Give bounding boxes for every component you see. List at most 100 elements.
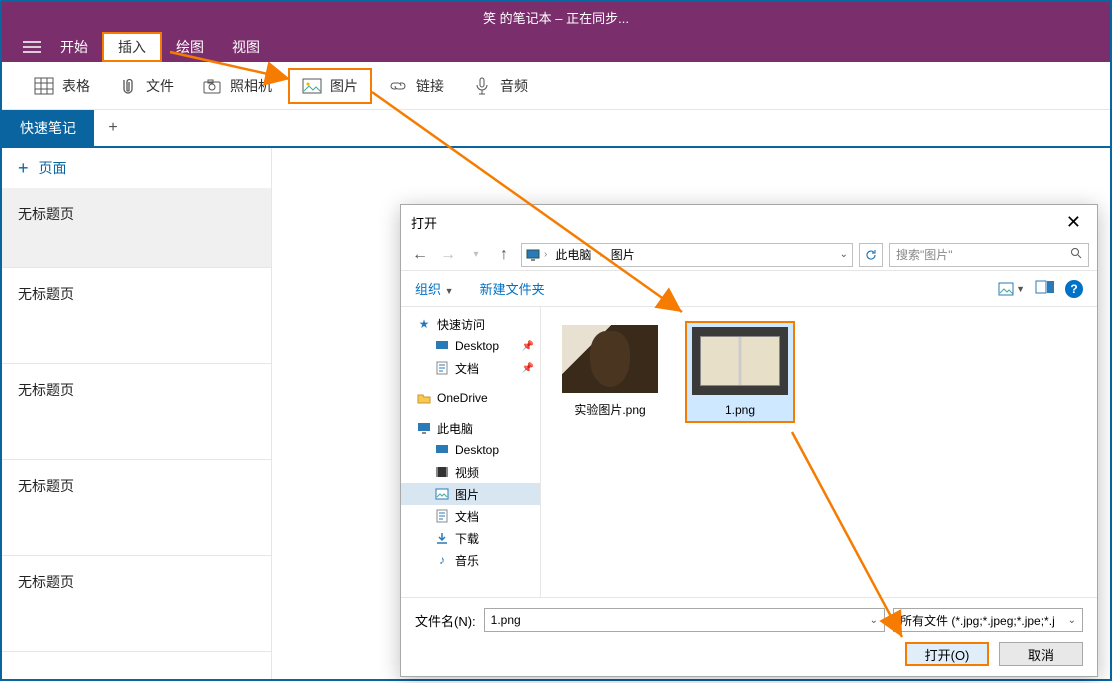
dialog-title-text: 打开 — [411, 213, 437, 232]
tree-this-pc[interactable]: 此电脑 — [401, 417, 540, 439]
file-item[interactable]: 实验图片.png — [555, 321, 665, 422]
refresh-button[interactable] — [859, 243, 883, 267]
monitor-icon — [435, 443, 449, 457]
tree-onedrive[interactable]: OneDrive — [401, 387, 540, 409]
chevron-right-icon: › — [599, 249, 602, 260]
nav-recent-button[interactable]: ▾ — [465, 244, 487, 266]
add-section-button[interactable]: + — [94, 110, 132, 146]
nav-up-button[interactable]: ↑ — [493, 244, 515, 266]
nav-forward-button[interactable]: → — [437, 244, 459, 266]
ribbon-table-label: 表格 — [62, 76, 90, 96]
breadcrumb-root[interactable]: 此电脑 — [551, 246, 595, 263]
open-file-dialog: 打开 ✕ ← → ▾ ↑ › 此电脑 › 图片 ⌄ 搜索"图片" 组织 ▼ 新建… — [400, 204, 1098, 677]
menu-insert[interactable]: 插入 — [102, 32, 162, 62]
link-icon — [388, 77, 408, 95]
file-name-label-text: 文件名(N): — [415, 611, 476, 630]
file-item-selected[interactable]: 1.png — [685, 321, 795, 423]
search-input[interactable]: 搜索"图片" — [889, 243, 1089, 267]
ribbon-audio-label: 音频 — [500, 76, 528, 96]
menu-start[interactable]: 开始 — [46, 32, 102, 62]
plus-icon: + — [18, 158, 29, 179]
monitor-icon — [526, 249, 540, 261]
paperclip-icon — [118, 77, 138, 95]
chevron-down-icon: ▼ — [445, 286, 454, 296]
close-button[interactable]: ✕ — [1060, 212, 1087, 233]
monitor-icon — [435, 339, 449, 353]
pane-icon — [1035, 280, 1055, 294]
window-title: 笑 的笔记本 – 正在同步... — [483, 8, 629, 27]
help-button[interactable]: ? — [1065, 280, 1083, 298]
file-type-select[interactable]: 所有文件 (*.jpg;*.jpeg;*.jpe;*.j ⌄ — [893, 608, 1083, 632]
picture-icon — [435, 487, 449, 501]
document-icon — [435, 509, 449, 523]
video-icon — [435, 465, 449, 479]
files-area[interactable]: 实验图片.png 1.png — [541, 307, 1097, 597]
file-thumbnail — [692, 327, 788, 395]
chevron-down-icon[interactable]: ⌄ — [870, 615, 878, 626]
star-icon: ★ — [417, 317, 431, 331]
chevron-down-icon: ▼ — [1016, 284, 1025, 294]
ribbon-link-button[interactable]: 链接 — [376, 70, 456, 102]
folder-icon — [417, 391, 431, 405]
menu-view[interactable]: 视图 — [218, 32, 274, 62]
chevron-down-icon[interactable]: ⌄ — [840, 249, 848, 260]
file-thumbnail — [562, 325, 658, 393]
ribbon: 表格 文件 照相机 图片 链接 音频 — [2, 62, 1110, 110]
dialog-toolbar: 组织 ▼ 新建文件夹 ▼ ? — [401, 271, 1097, 307]
chevron-down-icon: ⌄ — [1068, 615, 1076, 626]
tree-music[interactable]: ♪ 音乐 — [401, 549, 540, 571]
page-item[interactable]: 无标题页 — [2, 188, 271, 268]
ribbon-camera-label: 照相机 — [230, 76, 272, 96]
view-mode-button[interactable]: ▼ — [998, 282, 1025, 296]
add-page-label: 页面 — [39, 158, 67, 178]
picture-icon — [302, 77, 322, 95]
address-bar[interactable]: › 此电脑 › 图片 ⌄ — [521, 243, 853, 267]
ribbon-table-button[interactable]: 表格 — [22, 70, 102, 102]
refresh-icon — [865, 249, 877, 261]
tree-documents[interactable]: 文档 📌 — [401, 357, 540, 379]
page-item[interactable]: 无标题页 — [2, 460, 271, 556]
tree-quick-access[interactable]: ★ 快速访问 — [401, 313, 540, 335]
hamburger-icon[interactable] — [18, 32, 46, 62]
monitor-icon — [417, 421, 431, 435]
search-placeholder: 搜索"图片" — [896, 246, 953, 263]
table-icon — [34, 77, 54, 95]
tree-documents2[interactable]: 文档 — [401, 505, 540, 527]
page-item[interactable]: 无标题页 — [2, 268, 271, 364]
new-folder-button[interactable]: 新建文件夹 — [480, 279, 545, 298]
open-button[interactable]: 打开(O) — [905, 642, 989, 666]
preview-pane-button[interactable] — [1035, 280, 1055, 297]
tree-pictures[interactable]: 图片 — [401, 483, 540, 505]
dialog-body: ★ 快速访问 Desktop 📌 文档 📌 OneDrive 此电脑 — [401, 307, 1097, 597]
menu-bar: 开始 插入 绘图 视图 — [2, 32, 1110, 62]
add-page-button[interactable]: + 页面 — [2, 148, 271, 188]
chevron-right-icon: › — [544, 249, 547, 260]
microphone-icon — [472, 77, 492, 95]
ribbon-picture-button[interactable]: 图片 — [288, 68, 372, 104]
ribbon-file-button[interactable]: 文件 — [106, 70, 186, 102]
file-name-label: 1.png — [725, 403, 755, 417]
tree-desktop2[interactable]: Desktop — [401, 439, 540, 461]
file-name-input[interactable]: 1.png ⌄ — [484, 608, 885, 632]
breadcrumb-folder[interactable]: 图片 — [607, 246, 639, 263]
organize-button[interactable]: 组织 ▼ — [415, 279, 454, 298]
dialog-nav: ← → ▾ ↑ › 此电脑 › 图片 ⌄ 搜索"图片" — [401, 239, 1097, 271]
page-item[interactable]: 无标题页 — [2, 364, 271, 460]
ribbon-audio-button[interactable]: 音频 — [460, 70, 540, 102]
file-name-label: 实验图片.png — [574, 401, 645, 418]
section-tab-active[interactable]: 快速笔记 — [2, 110, 94, 146]
menu-draw[interactable]: 绘图 — [162, 32, 218, 62]
tree-videos[interactable]: 视频 — [401, 461, 540, 483]
ribbon-picture-label: 图片 — [330, 76, 358, 96]
dialog-titlebar: 打开 ✕ — [401, 205, 1097, 239]
tree-downloads[interactable]: 下载 — [401, 527, 540, 549]
search-icon — [1070, 247, 1082, 262]
document-icon — [435, 361, 449, 375]
ribbon-link-label: 链接 — [416, 76, 444, 96]
ribbon-camera-button[interactable]: 照相机 — [190, 70, 284, 102]
page-item[interactable]: 无标题页 — [2, 556, 271, 652]
cancel-button[interactable]: 取消 — [999, 642, 1083, 666]
nav-back-button[interactable]: ← — [409, 244, 431, 266]
tree-desktop[interactable]: Desktop 📌 — [401, 335, 540, 357]
folder-tree: ★ 快速访问 Desktop 📌 文档 📌 OneDrive 此电脑 — [401, 307, 541, 597]
